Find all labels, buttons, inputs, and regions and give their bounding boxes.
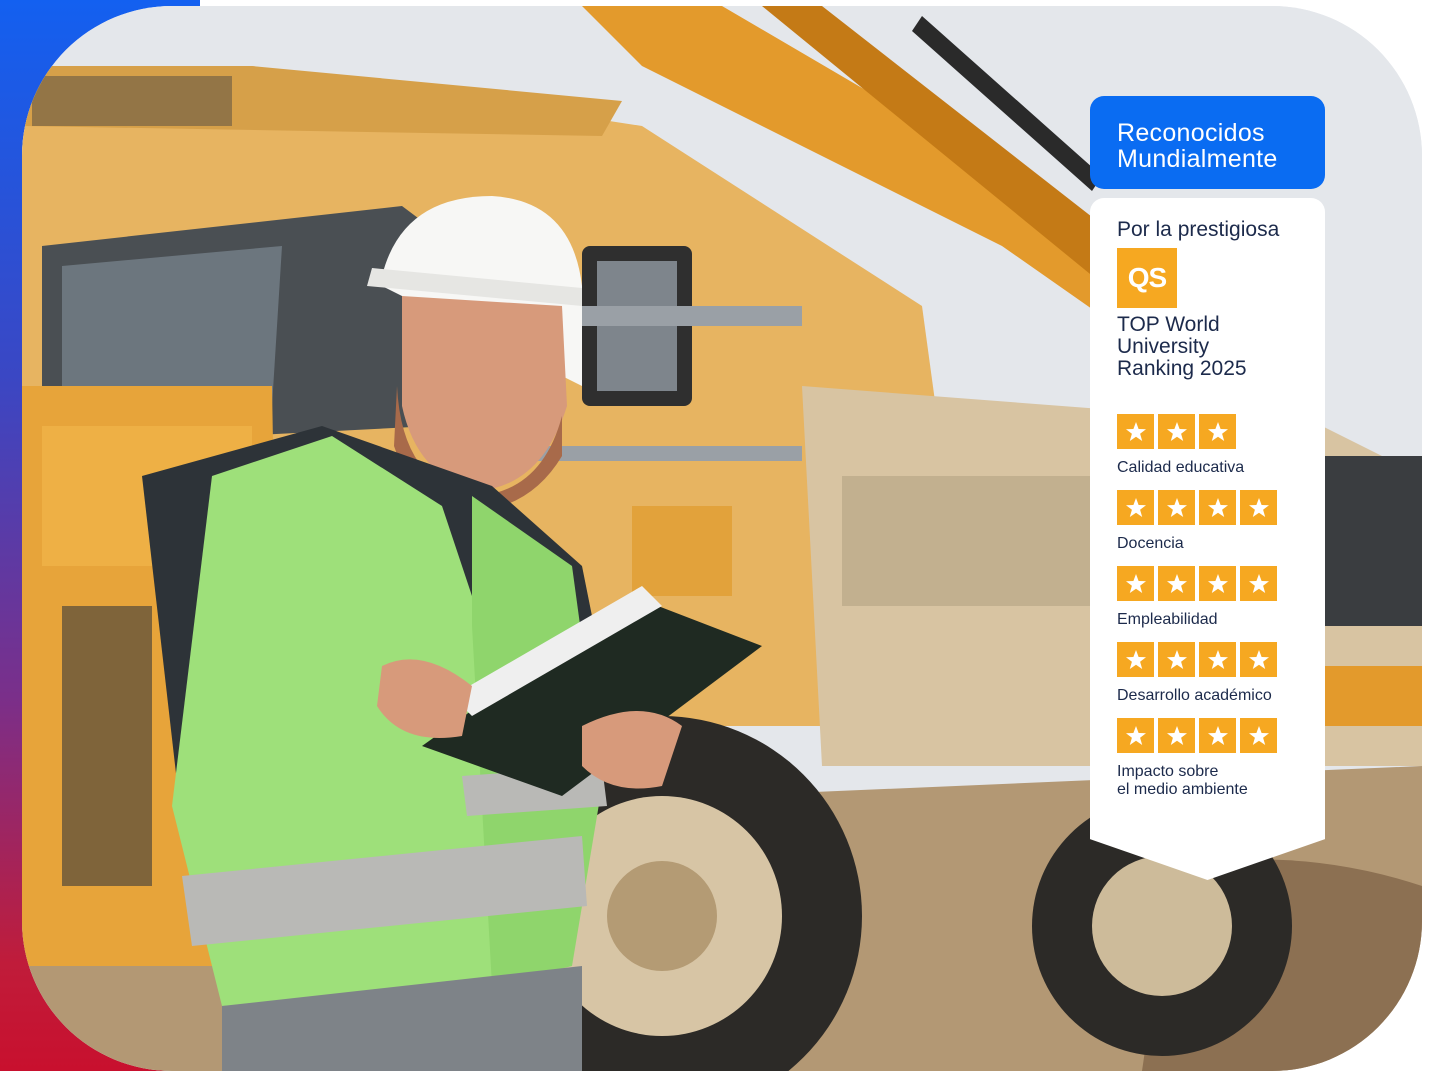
- criterion-label: Calidad educativa: [1117, 459, 1325, 477]
- criterion-row: Desarrollo académico: [1117, 642, 1325, 705]
- criterion-label: Desarrollo académico: [1117, 687, 1325, 705]
- ranking-card: Por la prestigiosa QS TOP World Universi…: [1090, 198, 1325, 880]
- criterion-label: Impacto sobre el medio ambiente: [1117, 763, 1325, 799]
- star-rating: [1117, 718, 1325, 753]
- criteria-list: Calidad educativa Docencia Empleabilidad De…: [1117, 414, 1325, 799]
- criterion-label-line: Calidad educativa: [1117, 459, 1245, 476]
- star-icon: [1199, 642, 1236, 677]
- recognition-title-line-2: Mundialmente: [1117, 145, 1278, 173]
- star-icon: [1117, 566, 1154, 601]
- star-icon: [1158, 642, 1195, 677]
- criterion-row: Calidad educativa: [1117, 414, 1325, 477]
- star-icon: [1240, 718, 1277, 753]
- criterion-label-line: Desarrollo académico: [1117, 687, 1272, 704]
- star-icon: [1199, 490, 1236, 525]
- criterion-label: Empleabilidad: [1117, 611, 1325, 629]
- criterion-label-line: Impacto sobre: [1117, 763, 1219, 780]
- star-rating: [1117, 566, 1325, 601]
- star-icon: [1158, 718, 1195, 753]
- ranking-title: TOP World University Ranking 2025: [1117, 314, 1325, 380]
- criterion-label-line: Empleabilidad: [1117, 611, 1218, 628]
- star-icon: [1158, 490, 1195, 525]
- star-icon: [1117, 718, 1154, 753]
- ranking-intro: Por la prestigiosa: [1117, 218, 1280, 241]
- star-rating: [1117, 414, 1325, 449]
- star-icon: [1199, 566, 1236, 601]
- criterion-label-line: el medio ambiente: [1117, 781, 1248, 798]
- star-rating: [1117, 490, 1325, 525]
- qs-logo-icon: QS: [1117, 248, 1177, 308]
- star-icon: [1158, 414, 1195, 449]
- star-icon: [1158, 566, 1195, 601]
- star-icon: [1240, 566, 1277, 601]
- star-icon: [1199, 414, 1236, 449]
- star-rating: [1117, 642, 1325, 677]
- criterion-label: Docencia: [1117, 535, 1325, 553]
- star-icon: [1240, 642, 1277, 677]
- star-icon: [1240, 490, 1277, 525]
- criterion-row: Empleabilidad: [1117, 566, 1325, 629]
- star-icon: [1117, 414, 1154, 449]
- star-icon: [1117, 490, 1154, 525]
- hero-banner: Reconocidos Mundialmente Por la prestigi…: [0, 0, 1436, 1071]
- criterion-row: Impacto sobre el medio ambiente: [1117, 718, 1325, 799]
- recognition-title-line-1: Reconocidos: [1117, 119, 1265, 147]
- criterion-label-line: Docencia: [1117, 535, 1184, 552]
- star-icon: [1117, 642, 1154, 677]
- recognition-title-box: Reconocidos Mundialmente: [1090, 96, 1325, 189]
- criterion-row: Docencia: [1117, 490, 1325, 553]
- ranking-line-2: University: [1117, 335, 1210, 358]
- ranking-line-3: Ranking 2025: [1117, 357, 1247, 380]
- ranking-line-1: TOP World: [1117, 313, 1220, 336]
- star-icon: [1199, 718, 1236, 753]
